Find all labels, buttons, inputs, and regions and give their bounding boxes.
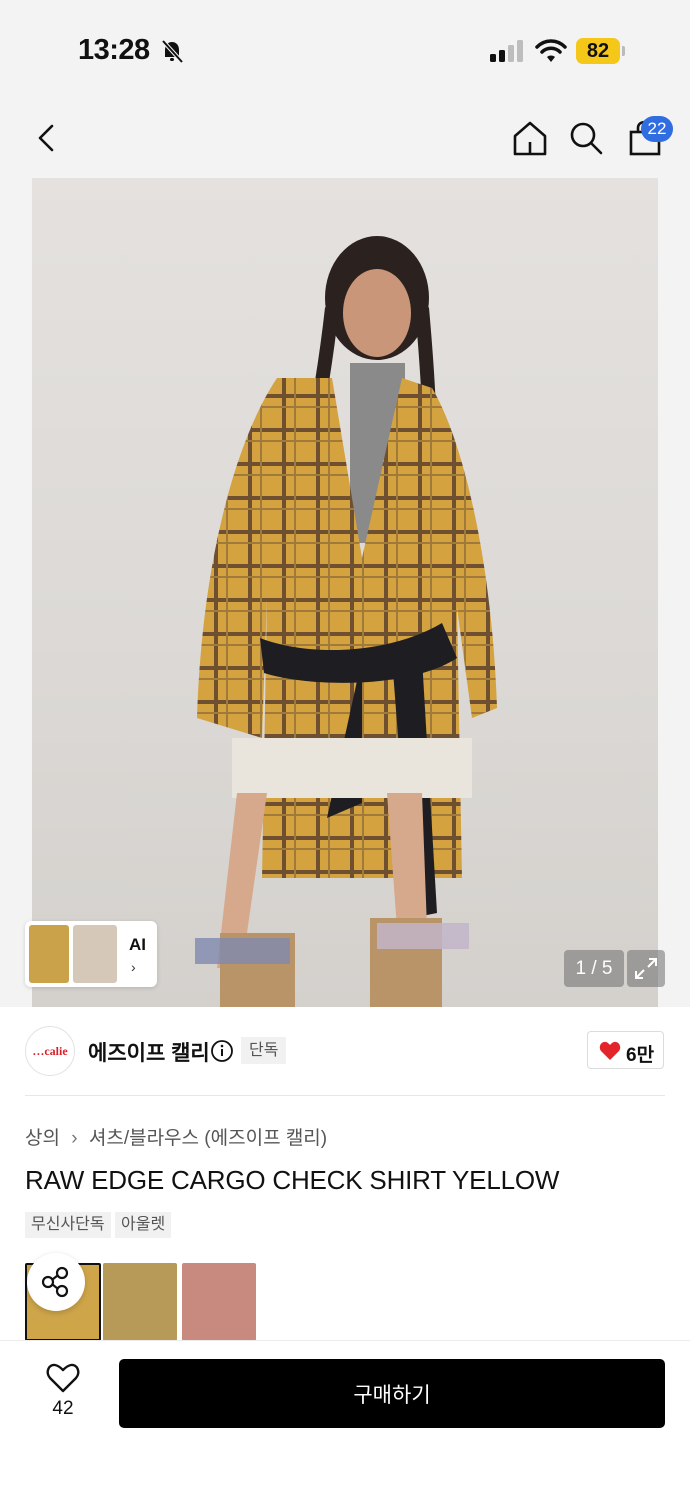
color-variant-thumbnail[interactable] (182, 1263, 256, 1341)
search-button[interactable] (566, 118, 606, 158)
breadcrumb-item-subcategory[interactable]: 셔츠/블라우스 (에즈이프 캘리) (89, 1123, 327, 1150)
search-icon (570, 122, 603, 155)
share-button[interactable] (27, 1253, 85, 1311)
brand-like-button[interactable]: 6만 (587, 1031, 664, 1069)
product-tag: 아울렛 (115, 1212, 172, 1238)
status-bar: 13:28 82 (0, 0, 690, 100)
brand-like-count: 6만 (626, 1045, 655, 1066)
bell-slash-icon (161, 39, 184, 64)
back-icon (38, 124, 54, 152)
brand-logo[interactable]: …calie (25, 1026, 75, 1076)
product-main-image[interactable] (32, 178, 658, 1007)
brand-name[interactable]: 에즈이프 캘리 (88, 1037, 210, 1067)
exclusive-badge: 단독 (241, 1037, 287, 1064)
signal-icon (490, 40, 523, 62)
chevron-right-icon: › (131, 959, 136, 975)
battery-level: 82 (576, 38, 620, 64)
ai-thumbnail-image (29, 925, 69, 983)
ai-label: AI (129, 935, 146, 954)
cart-count-badge: 22 (641, 116, 673, 142)
color-variant-thumbnail[interactable] (103, 1263, 177, 1341)
breadcrumb: 상의 › 셔츠/블라우스 (에즈이프 캘리) (25, 1123, 327, 1150)
wishlist-button[interactable] (40, 1360, 86, 1396)
status-time: 13:28 (78, 34, 150, 66)
ai-similar-thumbnail-button[interactable]: AI › (25, 921, 157, 987)
home-button[interactable] (510, 118, 550, 158)
ai-thumbnail-image (73, 925, 117, 983)
heart-outline-icon (46, 1363, 80, 1393)
heart-filled-icon (599, 1041, 621, 1060)
expand-icon (635, 958, 657, 979)
home-icon (513, 121, 547, 156)
breadcrumb-item-category[interactable]: 상의 (25, 1123, 60, 1150)
product-tag: 무신사단독 (25, 1212, 111, 1238)
buy-button[interactable]: 구매하기 (119, 1359, 665, 1428)
battery-icon: 82 (576, 38, 626, 64)
chevron-right-icon: › (71, 1128, 78, 1149)
expand-image-button[interactable] (627, 950, 665, 987)
product-title: RAW EDGE CARGO CHECK SHIRT YELLOW (25, 1165, 560, 1195)
divider (25, 1095, 665, 1096)
back-button[interactable] (30, 118, 70, 158)
image-counter: 1 / 5 (564, 950, 624, 987)
wishlist-count: 42 (52, 1398, 74, 1419)
info-icon[interactable] (210, 1039, 234, 1063)
wifi-icon (535, 39, 567, 62)
share-icon (41, 1266, 69, 1298)
